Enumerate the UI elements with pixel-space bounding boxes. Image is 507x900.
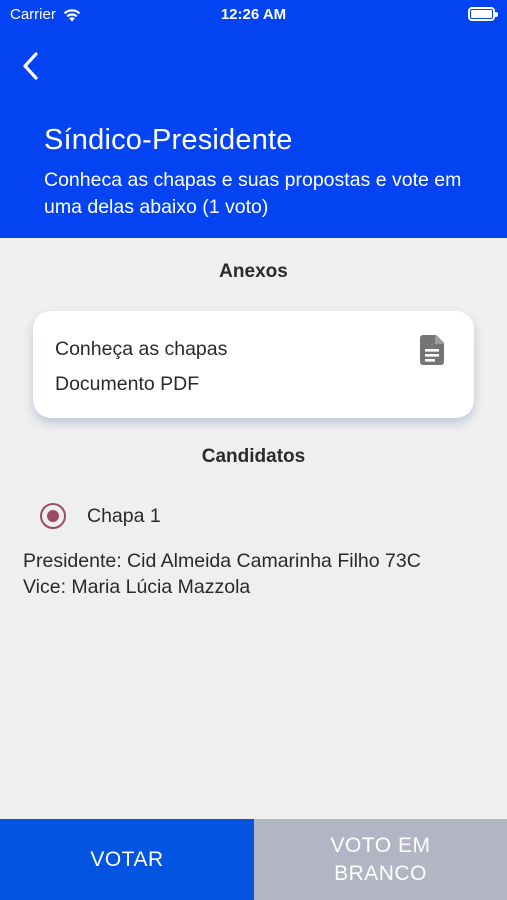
attachment-card[interactable]: Conheça as chapas Documento PDF: [33, 311, 474, 418]
attachment-title: Conheça as chapas: [55, 338, 228, 360]
document-icon: [420, 335, 444, 365]
page-subtitle: Conheca as chapas e suas propostas e vot…: [44, 169, 462, 218]
back-button[interactable]: [14, 46, 50, 86]
chevron-left-icon: [23, 52, 38, 80]
candidates-section-title: Candidatos: [201, 446, 306, 467]
attachments-section-title: Anexos: [219, 261, 288, 282]
vote-button[interactable]: VOTAR: [0, 819, 254, 900]
candidate-option-chapa-1[interactable]: Chapa 1: [40, 500, 161, 532]
candidate-option-label: Chapa 1: [87, 504, 161, 527]
blank-vote-button[interactable]: VOTO EM BRANCO: [254, 819, 507, 900]
header: Carrier 12:26 AM Síndico-Presidente Conh…: [0, 0, 507, 238]
page-title: Síndico-Presidente: [44, 124, 293, 156]
president-name: Presidente: Cid Almeida Camarinha Filho …: [23, 550, 421, 572]
candidate-details: Presidente: Cid Almeida Camarinha Filho …: [23, 548, 421, 600]
radio-selected-dot: [46, 509, 59, 522]
attachment-type: Documento PDF: [55, 373, 200, 395]
radio-button[interactable]: [40, 503, 66, 529]
status-bar: Carrier 12:26 AM: [0, 0, 507, 30]
status-time: 12:26 AM: [220, 6, 287, 23]
vice-name: Vice: Maria Lúcia Mazzola: [23, 576, 251, 598]
battery-icon: [468, 7, 498, 21]
